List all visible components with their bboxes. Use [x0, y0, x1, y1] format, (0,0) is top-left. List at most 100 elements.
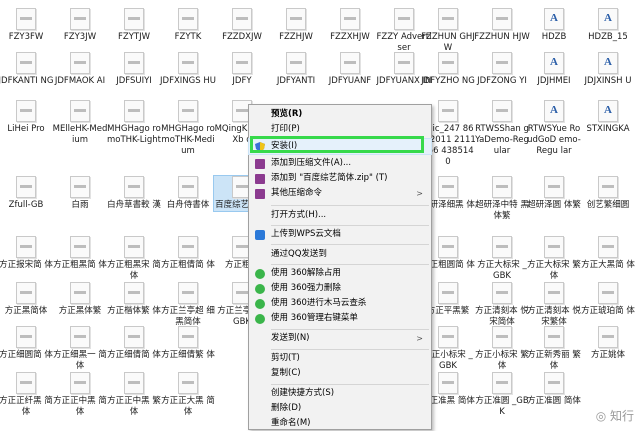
file-item[interactable]: 方正大标宋 _GBK	[474, 236, 530, 282]
menu-cut[interactable]: 剪切(T)	[249, 351, 431, 366]
file-item[interactable]: 方正大标宋 繁体	[526, 236, 582, 282]
file-item[interactable]: 方正粗黑简 体	[52, 236, 108, 271]
file-item[interactable]: MHGHago romoTHK-Light	[106, 100, 162, 146]
font-file-icon	[438, 236, 458, 258]
menu-add-archive[interactable]: 添加到压缩文件(A)...	[249, 156, 431, 171]
menu-360-unlock[interactable]: 使用 360解除占用	[249, 266, 431, 281]
file-item[interactable]: 超研泽中特 黑体繁	[474, 176, 530, 222]
file-item[interactable]: FZZHUN GHJW	[420, 8, 476, 54]
file-item[interactable]: 创艺繁细圆	[580, 176, 636, 211]
file-item[interactable]: 方正清刻本 悦宋简体	[474, 282, 530, 328]
menu-other-compress[interactable]: 其他压缩命令 >	[249, 186, 431, 201]
font-file-icon	[70, 236, 90, 258]
file-item[interactable]: A JDJXINSH U	[580, 52, 636, 87]
file-item[interactable]: A STXINGKA	[580, 100, 636, 135]
menu-send-qq[interactable]: 通过QQ发送到	[249, 247, 431, 262]
file-item[interactable]: 方正细倩简 体	[106, 326, 162, 361]
file-item[interactable]: 方正姚体	[580, 326, 636, 361]
file-item[interactable]: 方正准圆 简体	[526, 372, 582, 407]
file-item[interactable]: JDFYUANF	[322, 52, 378, 87]
menu-rename[interactable]: 重命名(M)	[249, 416, 431, 431]
menu-add-zip[interactable]: 添加到 "百度综艺简体.zip" (T)	[249, 171, 431, 186]
file-item[interactable]: A RTWSYue RoudGoD emo-Regu lar	[526, 100, 582, 157]
file-item[interactable]: 方正大黑简 体	[580, 236, 636, 271]
file-item[interactable]: FZY3JW	[52, 8, 108, 43]
file-item[interactable]: FZZHUN HJW	[474, 8, 530, 43]
file-item[interactable]: 白雨	[52, 176, 108, 211]
font-file-icon	[438, 176, 458, 198]
menu-360-scan[interactable]: 使用 360进行木马云查杀	[249, 296, 431, 311]
file-item[interactable]: 方正细圆简 体	[0, 326, 54, 361]
file-item[interactable]: JDFMAOK AI	[52, 52, 108, 87]
font-file-icon	[394, 8, 414, 30]
file-item[interactable]: 方正粗黑宋 简体	[106, 236, 162, 282]
file-item[interactable]: 方正黑简体	[0, 282, 54, 317]
menu-360-manage[interactable]: 使用 360管理右键菜单	[249, 311, 431, 326]
file-item[interactable]: MElleHK-Medium	[52, 100, 108, 146]
file-item[interactable]: JDFKANTI NG	[0, 52, 54, 87]
file-item[interactable]: 方正正中黑 简体	[52, 372, 108, 418]
file-item[interactable]: 方正黑体繁	[52, 282, 108, 317]
file-item[interactable]: 方正清刻本 悦宋繁体	[526, 282, 582, 328]
font-file-icon	[70, 100, 90, 122]
file-item[interactable]: JDFY	[214, 52, 270, 87]
file-item[interactable]: 方正细倩繁 体	[160, 326, 216, 361]
file-item[interactable]: LiHei Pro	[0, 100, 54, 135]
file-item[interactable]: JDFYANTI	[268, 52, 324, 87]
file-item[interactable]: 白舟草書較 漢	[106, 176, 162, 211]
file-item[interactable]: RTWSShan gYaDemo-Regular	[474, 100, 530, 157]
file-item[interactable]: A HDZB	[526, 8, 582, 43]
file-item[interactable]: FZZDXJW	[214, 8, 270, 43]
file-item[interactable]: 方正正中黑 繁体	[106, 372, 162, 418]
file-item[interactable]: FZY3FW	[0, 8, 54, 43]
file-name: JDFYUANF	[328, 76, 372, 86]
font-file-icon	[16, 176, 36, 198]
file-item[interactable]: 方正准圆 _GBK	[474, 372, 530, 418]
file-item[interactable]: 方正琥珀简 体	[580, 282, 636, 317]
file-item[interactable]: JDFXINGS HU	[160, 52, 216, 87]
font-file-icon	[492, 100, 512, 122]
font-file-icon	[286, 52, 306, 74]
menu-send-to[interactable]: 发送到(N) >	[249, 331, 431, 346]
menu-delete[interactable]: 删除(D)	[249, 401, 431, 416]
file-item[interactable]: 方正报宋简 体	[0, 236, 54, 271]
menu-shortcut[interactable]: 创建快捷方式(S)	[249, 386, 431, 401]
menu-360-delete[interactable]: 使用 360强力删除	[249, 281, 431, 296]
font-file-icon	[438, 8, 458, 30]
menu-print[interactable]: 打印(P)	[249, 122, 431, 137]
file-item[interactable]: FZZXHJW	[322, 8, 378, 43]
file-item[interactable]: 超研泽圆 体繁	[526, 176, 582, 211]
file-item[interactable]: FZYTJW	[106, 8, 162, 43]
menu-open-with[interactable]: 打开方式(H)...	[249, 208, 431, 223]
menu-copy[interactable]: 复制(C)	[249, 366, 431, 381]
menu-other-compress-label: 其他压缩命令	[271, 188, 323, 198]
file-name: JDFSUIYI	[116, 76, 152, 86]
file-item[interactable]: JDFZONG YI	[474, 52, 530, 87]
file-item[interactable]: 白舟侍書体	[160, 176, 216, 211]
file-item[interactable]: 方正正大黑 简体	[160, 372, 216, 418]
file-item[interactable]: 方正新秀丽 繁体	[526, 326, 582, 372]
file-item[interactable]: 方正粗倩简 体	[160, 236, 216, 271]
file-name: FZY3JW	[63, 32, 97, 42]
file-item[interactable]: A JDJHMEI	[526, 52, 582, 87]
menu-upload-wps[interactable]: 上传到WPS云文档	[249, 227, 431, 242]
file-item[interactable]: MHGHago romoTHK-Medium	[160, 100, 216, 157]
menu-preview[interactable]: 预览(R)	[249, 107, 431, 122]
file-item[interactable]: JDFYZHO NG	[420, 52, 476, 87]
file-name: 方正黑体繁	[58, 306, 102, 316]
360-icon	[255, 284, 265, 294]
file-item[interactable]: 方正细黑一 简体	[52, 326, 108, 372]
file-item[interactable]: JDFSUIYI	[106, 52, 162, 87]
file-item[interactable]: A HDZB_15	[580, 8, 636, 43]
font-file-icon: A	[598, 8, 618, 30]
file-item[interactable]: 方正楷体繁 体	[106, 282, 162, 317]
file-item[interactable]: Zfull-GB	[0, 176, 54, 211]
font-file-icon	[70, 52, 90, 74]
file-item[interactable]: 方正小标宋 繁体	[474, 326, 530, 372]
file-item[interactable]: 方正正纤黑 简体	[0, 372, 54, 418]
file-item[interactable]: FZZHJW	[268, 8, 324, 43]
file-item[interactable]: 方正兰亭超 细黑简体	[160, 282, 216, 328]
file-item[interactable]: FZYTK	[160, 8, 216, 43]
font-file-icon	[124, 282, 144, 304]
file-name: FZZXHJW	[330, 32, 370, 42]
